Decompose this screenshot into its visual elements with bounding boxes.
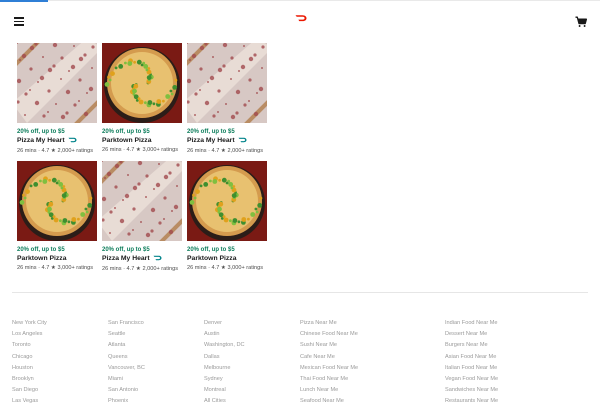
footer-cities-column-2: San Francisco Seattle Atlanta Queens Vancouv… (108, 318, 145, 408)
footer-link[interactable]: Vegan Food Near Me (445, 374, 498, 385)
footer-link[interactable]: All Cities (204, 396, 245, 407)
dashpass-icon (238, 137, 247, 147)
footer-link[interactable]: Thai Food Near Me (300, 374, 358, 385)
footer-link[interactable]: Austin (204, 329, 245, 340)
footer-divider (12, 292, 588, 293)
footer-link[interactable]: Mexican Food Near Me (300, 363, 358, 374)
footer-link[interactable]: Las Vegas (12, 396, 47, 407)
footer-link[interactable]: Cafe Near Me (300, 352, 358, 363)
doordash-logo-icon[interactable] (295, 14, 307, 22)
footer-link[interactable]: Dallas (204, 352, 245, 363)
store-card[interactable]: 20% off, up to $5 Pizza My Heart 26 mins… (187, 43, 269, 155)
footer-link[interactable]: Italian Food Near Me (445, 363, 498, 374)
footer-cities-column-1: New York City Los Angeles Toronto Chicago Ho… (12, 318, 47, 408)
footer-link[interactable]: Indian Food Near Me (445, 318, 498, 329)
footer-link[interactable]: Denver (204, 318, 245, 329)
store-name[interactable]: Pizza My Heart (187, 136, 269, 147)
footer-link[interactable]: Houston (12, 363, 47, 374)
hamburger-menu-icon[interactable] (14, 17, 24, 26)
promo-label: 20% off, up to $5 (102, 129, 150, 135)
promo-label: 20% off, up to $5 (187, 129, 235, 135)
footer-link[interactable]: Los Angeles (12, 329, 47, 340)
footer-link[interactable]: Melbourne (204, 363, 245, 374)
top-nav (0, 0, 600, 38)
footer-link[interactable]: San Antonio (108, 385, 145, 396)
store-name[interactable]: Parktown Pizza (17, 254, 99, 264)
store-meta: 26 mins · 4.7 ★ 2,000+ ratings (187, 148, 264, 154)
footer-link[interactable]: Lunch Near Me (300, 385, 358, 396)
footer-link[interactable]: Restaurants Near Me (445, 396, 498, 407)
store-meta: 26 mins · 4.7 ★ 2,000+ ratings (102, 266, 179, 272)
footer-link[interactable]: Queens (108, 352, 145, 363)
footer-link[interactable]: Toronto (12, 340, 47, 351)
store-card[interactable]: 20% off, up to $5 Parktown Pizza 26 mins… (17, 161, 99, 273)
footer-cities-column-3: Denver Austin Washington, DC Dallas Melbourn… (204, 318, 245, 408)
footer-link[interactable]: Montreal (204, 385, 245, 396)
store-meta: 26 mins · 4.7 ★ 2,000+ ratings (17, 148, 94, 154)
store-meta: 26 mins · 4.7 ★ 3,000+ ratings (187, 265, 264, 271)
footer-link[interactable]: Seattle (108, 329, 145, 340)
footer-link[interactable]: Sandwiches Near Me (445, 385, 498, 396)
store-meta: 26 mins · 4.7 ★ 3,000+ ratings (102, 147, 179, 153)
footer-link[interactable]: San Francisco (108, 318, 145, 329)
shopping-cart-icon[interactable] (575, 16, 587, 28)
footer-link[interactable]: Pizza Near Me (300, 318, 358, 329)
footer-link[interactable]: Atlanta (108, 340, 145, 351)
footer-link[interactable]: Miami (108, 374, 145, 385)
store-image[interactable] (102, 161, 182, 241)
store-meta: 26 mins · 4.7 ★ 3,000+ ratings (17, 265, 94, 271)
footer-link[interactable]: New York City (12, 318, 47, 329)
store-image[interactable] (17, 161, 97, 241)
store-card[interactable]: 20% off, up to $5 Parktown Pizza 26 mins… (102, 43, 184, 155)
footer-link[interactable]: Asian Food Near Me (445, 352, 498, 363)
store-image[interactable] (102, 43, 182, 123)
store-name[interactable]: Pizza My Heart (17, 136, 99, 147)
footer-link[interactable]: Chinese Food Near Me (300, 329, 358, 340)
footer-link[interactable]: Washington, DC (204, 340, 245, 351)
footer-link[interactable]: Chicago (12, 352, 47, 363)
footer-link[interactable]: San Diego (12, 385, 47, 396)
store-name[interactable]: Parktown Pizza (102, 136, 184, 146)
footer-link[interactable]: Sydney (204, 374, 245, 385)
dashpass-icon (153, 255, 162, 265)
store-image[interactable] (17, 43, 97, 123)
store-name[interactable]: Pizza My Heart (102, 254, 184, 265)
footer-link[interactable]: Burgers Near Me (445, 340, 498, 351)
footer-link[interactable]: Sushi Near Me (300, 340, 358, 351)
dashpass-icon (68, 137, 77, 147)
store-image[interactable] (187, 43, 267, 123)
promo-label: 20% off, up to $5 (102, 247, 150, 253)
store-name[interactable]: Parktown Pizza (187, 254, 269, 264)
store-image[interactable] (187, 161, 267, 241)
store-card[interactable]: 20% off, up to $5 Parktown Pizza 26 mins… (187, 161, 269, 273)
promo-label: 20% off, up to $5 (17, 129, 65, 135)
footer-link[interactable]: Dessert Near Me (445, 329, 498, 340)
promo-label: 20% off, up to $5 (187, 247, 235, 253)
footer-link[interactable]: Vancouver, BC (108, 363, 145, 374)
store-card[interactable]: 20% off, up to $5 Pizza My Heart 26 mins… (17, 43, 99, 155)
footer-link[interactable]: Phoenix (108, 396, 145, 407)
footer-link[interactable]: Brooklyn (12, 374, 47, 385)
promo-label: 20% off, up to $5 (17, 247, 65, 253)
footer-near-me-column-2: Indian Food Near Me Dessert Near Me Burger… (445, 318, 498, 408)
footer-near-me-column-1: Pizza Near Me Chinese Food Near Me Sushi N… (300, 318, 358, 408)
footer-link[interactable]: Seafood Near Me (300, 396, 358, 407)
store-card[interactable]: 20% off, up to $5 Pizza My Heart 26 mins… (102, 161, 184, 273)
